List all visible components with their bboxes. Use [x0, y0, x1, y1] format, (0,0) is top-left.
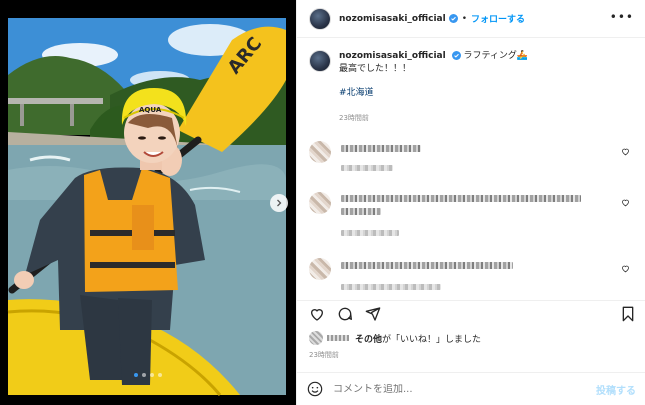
chevron-right-icon — [277, 199, 282, 207]
comment-item — [309, 141, 634, 181]
post-actions — [297, 300, 645, 326]
comment-icon[interactable] — [337, 306, 353, 322]
comment-meta-redacted — [341, 165, 393, 171]
heart-icon[interactable] — [621, 198, 630, 207]
post-caption: nozomisasaki_official ラフティング🚣 最高でした！！！ #… — [309, 50, 634, 125]
instagram-post-modal: ARC AQUA nozomisasaki_official • フォローする … — [0, 0, 645, 405]
comment-box: 投稿する — [297, 372, 645, 405]
carousel-dot — [158, 373, 162, 377]
caption-time: 23時間前 — [339, 114, 369, 122]
heart-icon[interactable] — [621, 264, 630, 273]
post-side-panel: nozomisasaki_official • フォローする ••• nozom… — [296, 0, 645, 405]
comment-item — [309, 192, 634, 244]
likes-text: が「いいね！」しました — [382, 334, 482, 345]
post-time: 23時間前 — [309, 351, 339, 359]
verified-badge-icon — [451, 51, 461, 60]
carousel-dot — [150, 373, 154, 377]
carousel-dots — [0, 373, 296, 377]
author-username[interactable]: nozomisasaki_official — [339, 14, 446, 24]
caption-username[interactable]: nozomisasaki_official — [339, 51, 446, 61]
post-header: nozomisasaki_official • フォローする ••• — [297, 0, 645, 38]
hashtag-link[interactable]: #北海道 — [339, 87, 528, 100]
share-icon[interactable] — [365, 306, 381, 322]
comment-text-redacted — [341, 208, 381, 215]
post-photo-area: ARC AQUA — [0, 0, 296, 405]
heart-icon[interactable] — [621, 147, 630, 156]
liker-name-redacted[interactable] — [327, 335, 349, 341]
carousel-dot — [134, 373, 138, 377]
commenter-avatar[interactable] — [309, 141, 331, 163]
caption-avatar[interactable] — [309, 50, 331, 72]
more-icon[interactable]: ••• — [610, 11, 634, 23]
comment-meta-redacted — [341, 284, 441, 290]
comment-text-redacted — [341, 195, 581, 202]
bookmark-icon[interactable] — [621, 306, 635, 322]
heart-icon[interactable] — [309, 306, 325, 322]
carousel-dot — [142, 373, 146, 377]
comment-text-redacted — [341, 145, 421, 152]
comment-text-redacted — [341, 262, 513, 269]
post-photo: ARC AQUA — [0, 0, 296, 405]
author-avatar[interactable] — [309, 7, 331, 30]
follow-button[interactable]: フォローする — [471, 12, 525, 25]
commenter-avatar[interactable] — [309, 192, 331, 214]
likes-summary: その他 が「いいね！」しました — [309, 331, 481, 345]
header-separator: • — [461, 13, 468, 24]
emoji-icon[interactable] — [307, 381, 323, 397]
post-comment-button[interactable]: 投稿する — [596, 382, 636, 397]
likes-others-link[interactable]: その他 — [355, 332, 382, 345]
comment-meta-redacted — [341, 230, 399, 236]
helmet-text: AQUA — [139, 106, 162, 114]
verified-badge-icon — [448, 14, 458, 23]
carousel-next-button[interactable] — [270, 194, 288, 212]
comment-item — [309, 258, 634, 296]
comment-input[interactable] — [333, 383, 553, 395]
commenter-avatar[interactable] — [309, 258, 331, 280]
caption-line-2: 最高でした！！！ — [339, 64, 412, 74]
liker-avatar[interactable] — [309, 331, 323, 345]
caption-text: ラフティング🚣 — [463, 51, 529, 61]
